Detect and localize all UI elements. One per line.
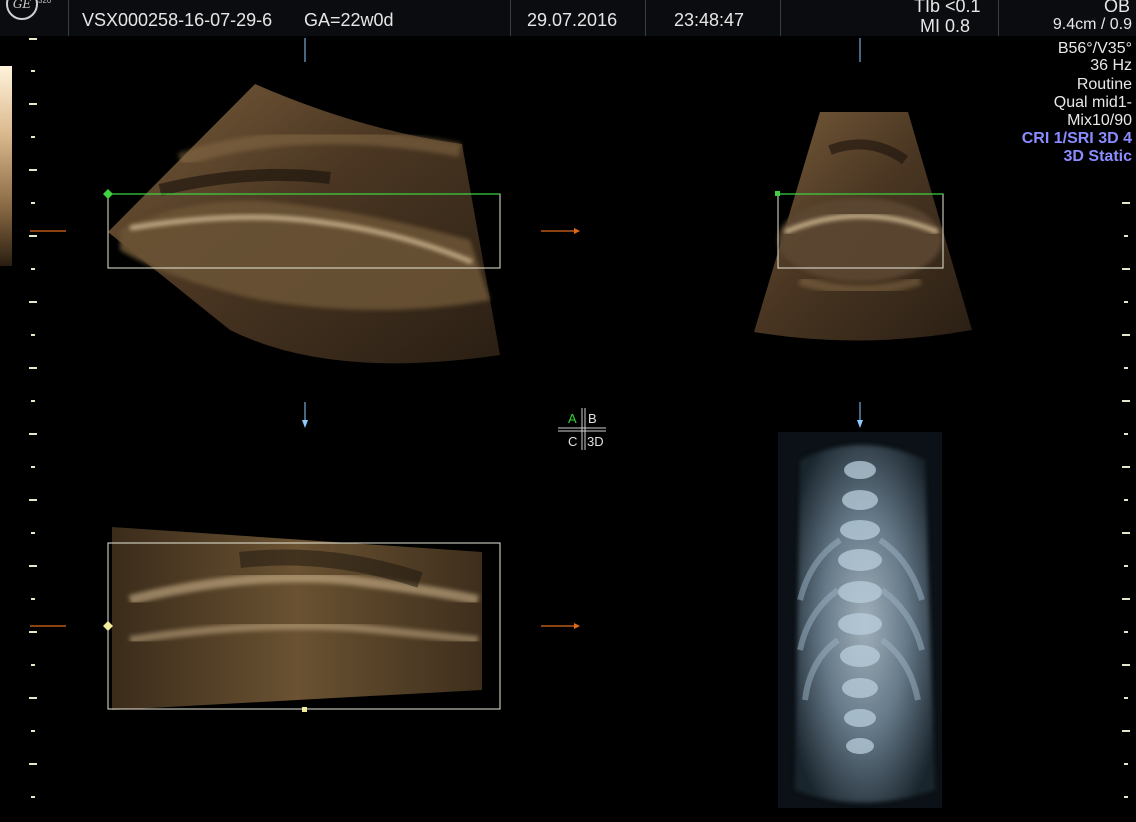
quad-c-label[interactable]: C <box>568 434 577 449</box>
orientation-arrow-right-a <box>541 228 580 234</box>
roi-handle-c-left[interactable] <box>103 621 113 631</box>
depth-ruler-left <box>29 38 37 798</box>
quadrant-3d-render[interactable] <box>778 432 942 808</box>
quadrant-a-image[interactable] <box>108 84 500 364</box>
quad-a-label[interactable]: A <box>568 411 577 426</box>
roi-handle-c-bottom[interactable] <box>302 707 307 712</box>
plane-marker-mid-a <box>302 402 308 428</box>
roi-handle-b[interactable] <box>775 191 780 196</box>
roi-handle-a[interactable] <box>103 189 113 199</box>
quad-b-label[interactable]: B <box>588 411 597 426</box>
quad-3d-label[interactable]: 3D <box>587 434 604 449</box>
quadrant-b-image[interactable] <box>754 112 972 341</box>
quadrant-c-image[interactable] <box>112 527 482 710</box>
plane-marker-mid-b <box>857 402 863 428</box>
depth-ruler-right <box>1122 202 1130 798</box>
orientation-arrow-right-c <box>541 623 580 629</box>
